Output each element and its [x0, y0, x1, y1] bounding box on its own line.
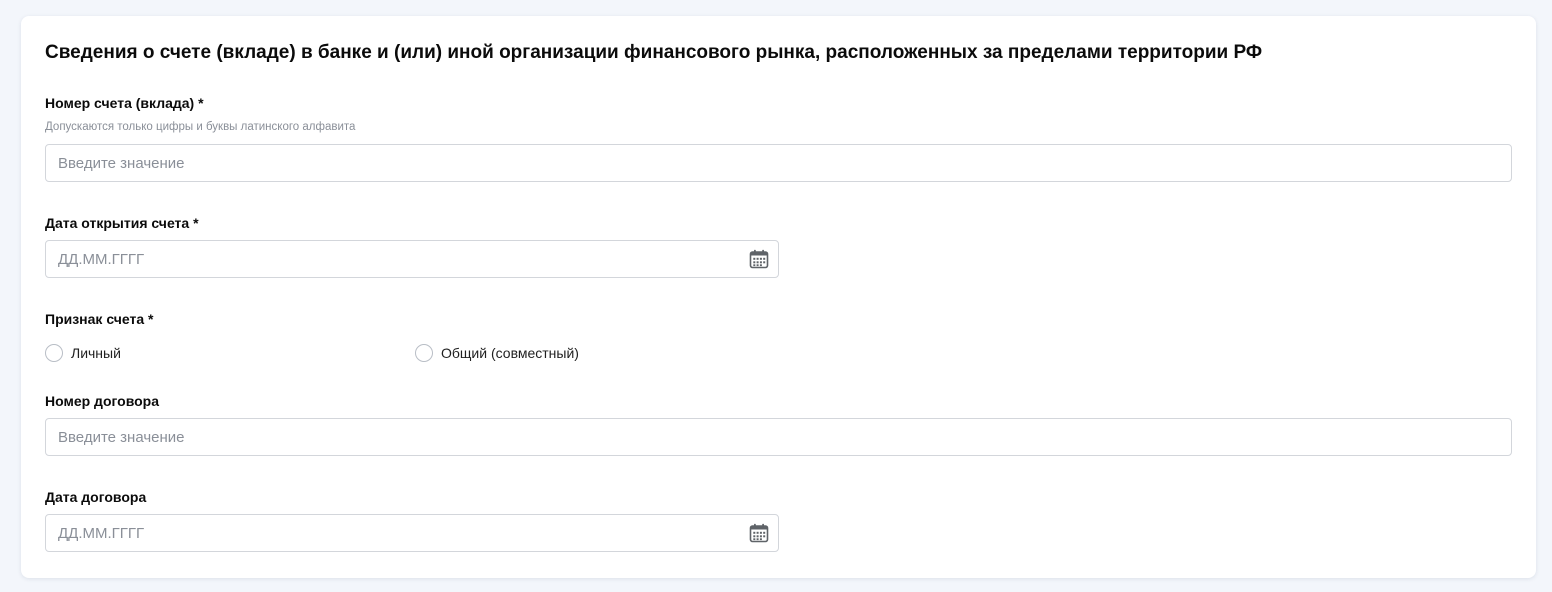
account-open-date-field [45, 240, 779, 278]
account-info-card: Сведения о счете (вкладе) в банке и (или… [21, 16, 1536, 578]
radio-option-personal[interactable]: Личный [45, 344, 121, 362]
account-number-field [45, 144, 1512, 182]
contract-number-input[interactable] [46, 419, 1511, 455]
account-number-hint: Допускаются только цифры и буквы латинск… [45, 121, 356, 133]
calendar-icon[interactable] [749, 249, 769, 269]
radio-label-joint: Общий (совместный) [441, 345, 579, 361]
account-number-input[interactable] [46, 145, 1511, 181]
account-number-label: Номер счета (вклада) * [45, 95, 204, 111]
radio-option-joint[interactable]: Общий (совместный) [415, 344, 579, 362]
contract-date-label: Дата договора [45, 489, 147, 505]
account-open-date-label: Дата открытия счета * [45, 215, 199, 231]
radio-button[interactable] [415, 344, 433, 362]
radio-button[interactable] [45, 344, 63, 362]
contract-date-field [45, 514, 779, 552]
contract-date-input[interactable] [46, 515, 778, 551]
contract-number-label: Номер договора [45, 393, 160, 409]
account-open-date-input[interactable] [46, 241, 778, 277]
calendar-icon[interactable] [749, 523, 769, 543]
account-type-label: Признак счета * [45, 311, 154, 327]
radio-label-personal: Личный [71, 345, 121, 361]
form-title: Сведения о счете (вкладе) в банке и (или… [45, 42, 1263, 63]
contract-number-field [45, 418, 1512, 456]
